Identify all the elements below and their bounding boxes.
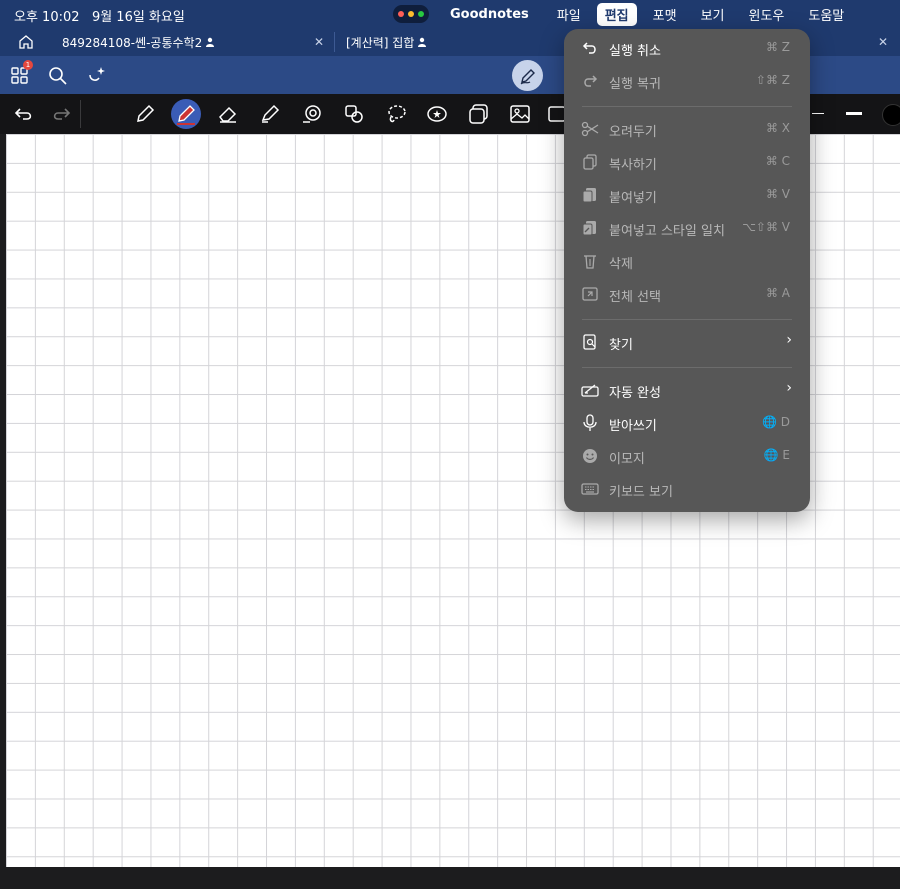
shapes-icon[interactable] [300,102,324,126]
menu-help[interactable]: 도움말 [800,3,852,26]
notification-badge: 1 [23,60,33,70]
edit-menu: 실행 취소 ⌘ Z 실행 복귀 ⇧⌘ Z 오려두기 ⌘ X 복사하기 ⌘ C 붙… [564,29,810,512]
tab-label: [계산력] 집합 [346,35,415,50]
menu-item-copy[interactable]: 복사하기 ⌘ C [564,147,810,177]
undo-icon[interactable] [12,102,36,126]
pen-tool-icon [177,105,195,125]
shared-icon [418,37,427,47]
pen-mode-button[interactable] [512,60,543,91]
menu-item-find[interactable]: 찾기 › [564,327,810,357]
redo-icon [584,75,598,87]
shared-icon [206,37,215,47]
thin-stroke-option[interactable] [812,113,824,114]
redo-icon[interactable] [49,102,73,126]
autofill-icon [581,384,599,397]
paste-style-icon [582,221,596,236]
pencil-icon[interactable] [133,102,157,126]
lasso-icon[interactable] [384,102,408,126]
status-time: 오후 10:02 9월 16일 화요일 [14,10,185,25]
menu-item-autofill[interactable]: 자동 완성 › [564,375,810,405]
menu-item-undo[interactable]: 실행 취소 ⌘ Z [564,33,810,63]
select-all-icon [582,287,598,301]
menu-edit[interactable]: 편집 [596,2,637,26]
tab-document-1[interactable]: 849284108-쎈-공통수학2 ✕ [62,28,330,56]
menu-item-show-keyboard[interactable]: 키보드 보기 [564,474,810,504]
multitasking-dots[interactable] [393,5,429,23]
tab-label: 849284108-쎈-공통수학2 [62,35,203,50]
element-tool-icon[interactable] [342,102,366,126]
scissors-icon [581,121,599,137]
keyboard-icon [581,483,599,495]
copy-icon [583,154,597,170]
menu-item-select-all[interactable]: 전체 선택 ⌘ A [564,279,810,309]
close-tab-icon[interactable]: ✕ [314,35,324,49]
menu-bar: Goodnotes 파일 편집 포맷 보기 윈도우 도움말 [440,0,856,28]
microphone-icon [583,414,597,431]
menu-format[interactable]: 포맷 [645,3,685,26]
sticker-icon[interactable] [425,102,449,126]
home-icon[interactable] [18,34,34,50]
highlighter-icon[interactable] [258,102,282,126]
app-menu[interactable]: Goodnotes [450,7,529,22]
thick-stroke-option[interactable] [846,112,862,115]
menu-item-paste-match-style[interactable]: 붙여넣고 스타일 일치 ⌥⇧⌘ V [564,213,810,243]
image-icon[interactable] [508,102,532,126]
paste-icon [582,188,596,203]
pen-icon [520,68,535,84]
menu-item-dictation[interactable]: 받아쓰기 🌐 D [564,408,810,438]
pen-tool[interactable] [171,99,201,129]
menu-item-delete[interactable]: 삭제 [564,246,810,276]
ai-sparkle-icon[interactable] [87,65,107,85]
find-icon [583,334,596,350]
close-tab-icon[interactable]: ✕ [878,35,888,49]
menu-window[interactable]: 윈도우 [740,3,792,26]
trash-icon [584,255,596,269]
color-swatch-black[interactable] [882,104,900,126]
status-bar: 오후 10:02 9월 16일 화요일 Goodnotes 파일 편집 포맷 보… [0,0,900,28]
sticky-note-icon[interactable] [467,102,491,126]
emoji-icon [583,449,597,463]
menu-view[interactable]: 보기 [693,3,733,26]
menu-item-emoji[interactable]: 이모지 🌐 E [564,441,810,471]
menu-item-cut[interactable]: 오려두기 ⌘ X [564,114,810,144]
chevron-right-icon: › [786,332,792,348]
menu-file[interactable]: 파일 [549,3,589,26]
menu-item-paste[interactable]: 붙여넣기 ⌘ V [564,180,810,210]
undo-icon [582,42,596,54]
menu-item-redo[interactable]: 실행 복귀 ⇧⌘ Z [564,66,810,96]
search-icon[interactable] [48,66,68,86]
chevron-right-icon: › [786,380,792,396]
eraser-icon[interactable] [216,102,240,126]
